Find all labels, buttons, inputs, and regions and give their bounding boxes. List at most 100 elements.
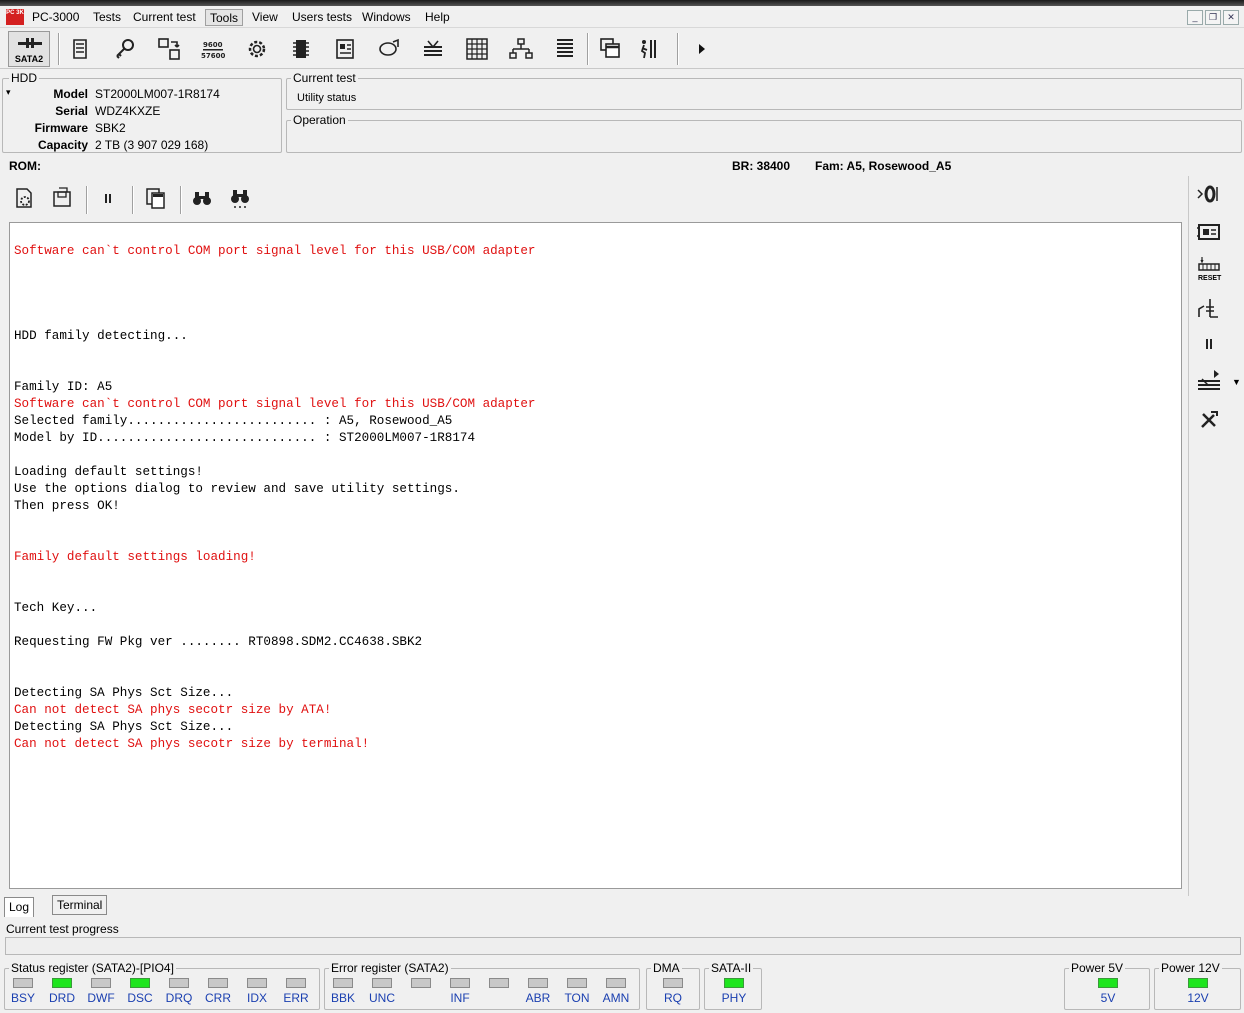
minimize-icon[interactable]: _ xyxy=(1187,10,1203,25)
status-register-led xyxy=(130,978,150,988)
rom-label: ROM: xyxy=(9,159,41,173)
toolbar-separator xyxy=(86,186,88,214)
error-register-led xyxy=(489,978,509,988)
baud-rate-button[interactable]: 9600 57600 xyxy=(196,32,230,66)
log-line: Use the options dialog to review and sav… xyxy=(14,482,460,496)
disk-icon xyxy=(379,38,399,56)
transfer-icon xyxy=(158,38,180,60)
heads-map-button[interactable] xyxy=(1195,366,1223,394)
dma-group: DMA RQ xyxy=(646,961,700,1010)
sata2-legend: SATA-II xyxy=(709,961,754,975)
log-line: Tech Key... xyxy=(14,601,98,615)
play-icon xyxy=(699,44,705,54)
log-view[interactable]: Software can`t control COM port signal l… xyxy=(9,222,1182,889)
exit-button[interactable] xyxy=(632,32,666,66)
menu-tests[interactable]: Tests xyxy=(89,9,125,26)
menu-users-tests[interactable]: Users tests xyxy=(288,9,356,26)
module-button[interactable] xyxy=(328,32,362,66)
sata2-button[interactable]: SATA2 xyxy=(8,31,50,67)
tools-button[interactable] xyxy=(1195,406,1223,434)
windows-button[interactable] xyxy=(594,32,628,66)
power-12v-led xyxy=(1188,978,1208,988)
close-icon[interactable]: ✕ xyxy=(1223,10,1239,25)
log-line: Family default settings loading! xyxy=(14,550,256,564)
toolbar-separator xyxy=(180,186,182,214)
power-12v-legend: Power 12V xyxy=(1159,961,1222,975)
sata2-group: SATA-II PHY xyxy=(704,961,762,1010)
error-register-led xyxy=(411,978,431,988)
firmware-label: Firmware xyxy=(34,121,88,135)
restore-icon[interactable]: ❐ xyxy=(1205,10,1221,25)
board-button[interactable] xyxy=(1195,218,1223,246)
pause-log-button[interactable] xyxy=(96,186,122,212)
menu-view[interactable]: View xyxy=(248,9,282,26)
status-register-led xyxy=(247,978,267,988)
page-gear-icon xyxy=(16,188,32,208)
find-button[interactable] xyxy=(190,186,216,212)
key-icon xyxy=(116,39,134,59)
main-toolbar: SATA2 9600 57600 xyxy=(0,29,1244,69)
log-line: Requesting FW Pkg ver ........ RT0898.SD… xyxy=(14,635,423,649)
status-register-led-label: ERR xyxy=(283,991,309,1005)
status-register-led xyxy=(52,978,72,988)
menu-help[interactable]: Help xyxy=(421,9,454,26)
toolbar-separator xyxy=(677,33,679,65)
model-value: ST2000LM007-1R8174 xyxy=(95,87,220,101)
sector-map-button[interactable] xyxy=(460,32,494,66)
model-label: Model xyxy=(53,87,88,101)
binoculars-icon xyxy=(193,192,211,205)
menu-current-test[interactable]: Current test xyxy=(129,9,200,26)
status-register-led-label: CRR xyxy=(205,991,231,1005)
settings-page-button[interactable] xyxy=(12,186,38,212)
log-line: Can not detect SA phys secotr size by te… xyxy=(14,737,370,751)
log-scroll-button[interactable] xyxy=(64,32,98,66)
power-button[interactable] xyxy=(1195,294,1223,322)
copy-log-button[interactable] xyxy=(144,186,170,212)
hdd-group: HDD ▾ Model ST2000LM007-1R8174 Serial WD… xyxy=(2,71,282,153)
menu-tools[interactable]: Tools xyxy=(205,9,244,26)
dma-rq-led xyxy=(663,978,683,988)
structure-button[interactable] xyxy=(504,32,538,66)
save-log-button[interactable] xyxy=(50,186,76,212)
list-icon xyxy=(557,39,573,57)
list-button[interactable] xyxy=(548,32,582,66)
board-icon xyxy=(1197,224,1220,240)
dma-rq-label: RQ xyxy=(664,991,682,1005)
disk-button[interactable] xyxy=(372,32,406,66)
heads-map-dropdown-icon[interactable]: ▼ xyxy=(1232,377,1241,387)
reset-button[interactable]: RESET xyxy=(1195,254,1223,282)
copy-icon xyxy=(146,188,165,209)
tab-log[interactable]: Log xyxy=(4,897,35,917)
status-register-led xyxy=(208,978,228,988)
run-button[interactable] xyxy=(684,32,718,66)
chip-button[interactable] xyxy=(284,32,318,66)
status-register-led-label: DSC xyxy=(127,991,153,1005)
heads-button[interactable] xyxy=(416,32,450,66)
chip-icon xyxy=(293,40,309,58)
status-register-led xyxy=(169,978,189,988)
progress-label: Current test progress xyxy=(6,922,119,936)
error-register-led-label: INF xyxy=(450,991,470,1005)
power-12v-label: 12V xyxy=(1187,991,1209,1005)
operation-legend: Operation xyxy=(291,113,348,127)
error-register-led-label: TON xyxy=(564,991,590,1005)
phy-led xyxy=(724,978,744,988)
error-register-led xyxy=(450,978,470,988)
pause-button[interactable] xyxy=(1195,330,1223,358)
gear-icon xyxy=(248,40,266,58)
menu-bar: PC 3K PC-3000 Tests Current test Tools V… xyxy=(0,6,1244,28)
firmware-value: SBK2 xyxy=(95,121,126,135)
zero-fill-button[interactable] xyxy=(1195,180,1223,208)
power-switch-icon xyxy=(1198,299,1218,318)
key-button[interactable] xyxy=(108,32,142,66)
menu-windows[interactable]: Windows xyxy=(358,9,415,26)
capacity-label: Capacity xyxy=(37,138,88,152)
status-register-led-label: BSY xyxy=(10,991,35,1005)
find-next-button[interactable] xyxy=(228,186,254,212)
scroll-icon xyxy=(73,39,87,59)
transfer-button[interactable] xyxy=(152,32,186,66)
log-line: Detecting SA Phys Sct Size... xyxy=(14,686,234,700)
tab-terminal[interactable]: Terminal xyxy=(52,895,108,915)
log-line: Software can`t control COM port signal l… xyxy=(14,397,536,411)
settings-button[interactable] xyxy=(240,32,274,66)
